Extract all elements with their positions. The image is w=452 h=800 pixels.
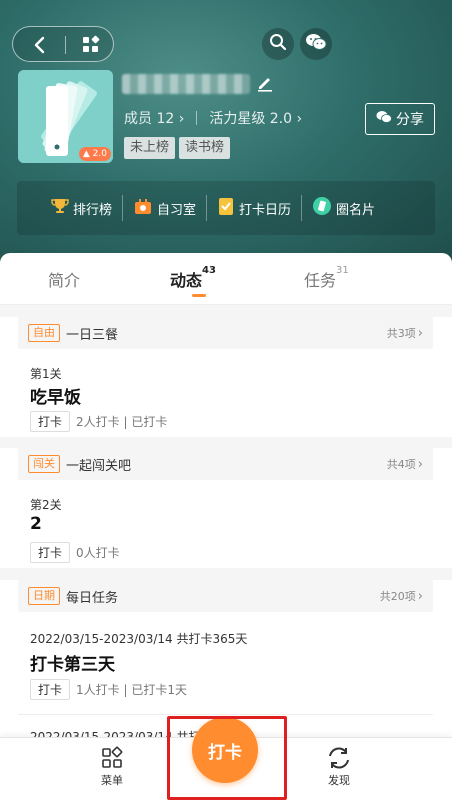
refresh-discover-icon [309, 746, 369, 772]
activity-rating[interactable]: 活力星级 2.0 › [209, 108, 302, 128]
group-count-label: 共3项 [386, 327, 416, 340]
group-type-badge: 日期 [28, 587, 60, 605]
calendar-icon [217, 196, 235, 220]
group-title: 一日三餐 [66, 327, 119, 343]
entry-title[interactable]: 吃早饭 [30, 383, 81, 408]
checkin-button[interactable]: 打卡 [192, 717, 258, 783]
group-header[interactable]: 闯关 一起闯关吧 共4项 › [18, 448, 433, 480]
activity-rating-label: 活力星级 2.0 [209, 111, 293, 127]
tab-activity-count: 43 [202, 265, 216, 276]
tag-row: 未上榜 读书榜 [124, 137, 231, 159]
task-group: 自由 一日三餐 共3项 › 第1关 吃早饭 打卡 2人打卡 | 已打卡 [0, 317, 452, 437]
study-room-icon [133, 196, 153, 220]
chevron-right-icon: › [417, 457, 423, 472]
group-count: 共20项 › [380, 588, 423, 604]
quick-link-ranking-label: 排行榜 [73, 202, 113, 218]
share-button[interactable]: 分享 [365, 103, 435, 135]
level-badge: ▲ 2.0 [78, 147, 111, 161]
entry-subtitle: 2022/03/15-2023/03/14 共打卡365天 [30, 632, 248, 646]
checkin-label: 打卡 [208, 742, 242, 763]
circle-stats: 成员 12 › 活力星级 2.0 › [124, 108, 302, 128]
nav-menu-label: 菜单 [101, 774, 123, 787]
card-icon [312, 196, 332, 220]
quick-link-ranking[interactable]: 排行榜 [41, 193, 122, 223]
group-type-badge: 闯关 [28, 455, 60, 473]
tab-bar: 简介 动态43 任务31 [0, 253, 452, 305]
entry-checkin-button[interactable]: 打卡 [30, 542, 71, 563]
menu-grid-icon [82, 746, 142, 772]
share-label: 分享 [396, 112, 424, 128]
tab-intro-label: 简介 [48, 271, 81, 290]
entry-divider [18, 714, 433, 715]
group-title: 每日任务 [66, 590, 119, 606]
tab-intro[interactable]: 简介 [48, 267, 80, 291]
edit-icon[interactable] [256, 74, 274, 92]
back-icon[interactable] [27, 33, 51, 57]
group-type-badge: 自由 [28, 324, 60, 342]
tag-ranking-status: 未上榜 [124, 137, 176, 159]
entry-checkin-button[interactable]: 打卡 [30, 679, 71, 700]
entry-subtitle: 第1关 [30, 367, 62, 381]
quick-link-calendar-label: 打卡日历 [239, 202, 292, 218]
top-toolbar [12, 26, 440, 62]
tab-tasks-label: 任务 [304, 271, 337, 290]
entry-checkin-button[interactable]: 打卡 [30, 411, 71, 432]
entry-subtitle: 第2关 [30, 498, 62, 512]
active-tab-indicator [192, 294, 206, 297]
chevron-right-icon: › [417, 589, 423, 604]
level-badge-value: 2.0 [92, 149, 107, 159]
entry-stats: 2人打卡 | 已打卡 [76, 415, 168, 429]
group-count: 共3项 › [387, 325, 423, 341]
entry-meta: 打卡 1人打卡 | 已打卡1天 [30, 679, 187, 700]
quick-link-circle-card[interactable]: 圈名片 [302, 193, 385, 223]
search-button[interactable] [262, 28, 294, 60]
capsule-divider [65, 36, 66, 54]
group-header[interactable]: 日期 每日任务 共20项 › [18, 580, 433, 612]
member-count-label: 成员 12 [124, 111, 175, 127]
tag-reading-list[interactable]: 读书榜 [179, 137, 231, 159]
tab-tasks-count: 31 [336, 265, 349, 276]
trophy-icon [51, 197, 69, 219]
entry-title[interactable]: 打卡第三天 [30, 650, 115, 675]
quick-link-calendar[interactable]: 打卡日历 [207, 193, 301, 223]
entry-meta: 打卡 0人打卡 [30, 542, 120, 563]
entry-title[interactable]: 2 [30, 514, 42, 534]
tab-activity-label: 动态 [170, 271, 203, 290]
nav-menu[interactable]: 菜单 [82, 746, 142, 788]
flame-icon: ▲ [82, 149, 90, 159]
group-count-label: 共20项 [379, 590, 416, 603]
group-count-label: 共4项 [386, 458, 416, 471]
chevron-right-icon: › [178, 111, 185, 127]
wechat-share-icon [376, 110, 392, 128]
grid-home-icon[interactable] [79, 33, 103, 57]
quick-links-bar: 排行榜 自习室 打卡日历 圈名片 [17, 181, 435, 235]
stats-divider [196, 111, 198, 125]
wechat-button[interactable] [300, 28, 332, 60]
circle-cover-image[interactable]: ▲ 2.0 [18, 70, 113, 163]
nav-discover[interactable]: 发现 [309, 746, 369, 788]
search-icon [269, 33, 287, 55]
tab-tasks[interactable]: 任务31 [304, 265, 349, 291]
wechat-icon [305, 33, 327, 55]
quick-link-study-room[interactable]: 自习室 [123, 193, 206, 223]
task-group: 闯关 一起闯关吧 共4项 › 第2关 2 打卡 0人打卡 [0, 448, 452, 568]
quick-link-circle-card-label: 圈名片 [336, 202, 376, 218]
member-count[interactable]: 成员 12 › [124, 108, 184, 128]
nav-capsule [12, 26, 114, 62]
entry-meta: 打卡 2人打卡 | 已打卡 [30, 411, 167, 432]
group-header[interactable]: 自由 一日三餐 共3项 › [18, 317, 433, 349]
group-title: 一起闯关吧 [66, 458, 132, 474]
chevron-right-icon: › [417, 326, 423, 341]
entry-stats: 1人打卡 | 已打卡1天 [76, 683, 187, 697]
circle-name-blurred [122, 74, 250, 94]
group-count: 共4项 › [387, 456, 423, 472]
entry-stats: 0人打卡 [76, 546, 120, 560]
quick-link-study-room-label: 自习室 [157, 202, 197, 218]
nav-discover-label: 发现 [328, 774, 350, 787]
tab-activity[interactable]: 动态43 [170, 265, 216, 291]
chevron-right-icon: › [296, 111, 303, 127]
